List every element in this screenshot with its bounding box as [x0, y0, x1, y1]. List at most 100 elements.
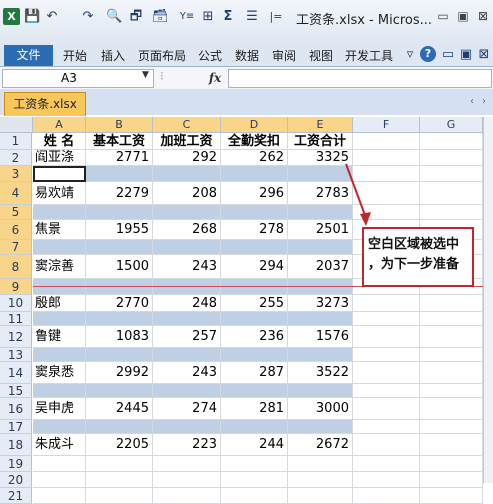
cell-d13[interactable] [221, 348, 288, 362]
cell-a2[interactable]: 阎亚涤 [33, 150, 86, 166]
undo-icon[interactable]: ↶ [44, 9, 60, 25]
cell-g12[interactable] [420, 326, 483, 348]
row-header-11[interactable]: 11 [0, 312, 32, 326]
cell-f10[interactable] [353, 295, 420, 312]
cell-d7[interactable] [221, 240, 288, 255]
cell-g3[interactable] [420, 166, 483, 182]
cell-d5[interactable] [221, 205, 288, 220]
cell-c19[interactable] [153, 456, 221, 472]
row-header-12[interactable]: 12 [0, 326, 32, 348]
cell-f15[interactable] [353, 384, 420, 398]
cell-d14[interactable]: 287 [221, 362, 288, 384]
close-button[interactable]: ⊠ [474, 8, 492, 24]
row-header-10[interactable]: 10 [0, 295, 32, 312]
cell-c11[interactable] [153, 312, 221, 326]
row-header-5[interactable]: 5 [0, 205, 32, 220]
cell-b17[interactable] [86, 420, 153, 434]
cell-f19[interactable] [353, 456, 420, 472]
cell-d16[interactable]: 281 [221, 398, 288, 420]
row-header-13[interactable]: 13 [0, 348, 32, 362]
cell-c17[interactable] [153, 420, 221, 434]
cell-c13[interactable] [153, 348, 221, 362]
cell-c6[interactable]: 268 [153, 220, 221, 240]
minimize-button[interactable]: ▭ [434, 8, 452, 24]
row-header-6[interactable]: 6 [0, 220, 32, 240]
cell-b13[interactable] [86, 348, 153, 362]
tab-page-layout[interactable]: 页面布局 [138, 47, 186, 64]
cell-a11[interactable] [33, 312, 86, 326]
cell-d6[interactable]: 278 [221, 220, 288, 240]
cell-g16[interactable] [420, 398, 483, 420]
cell-a10[interactable]: 殷郎 [33, 295, 86, 312]
column-header-g[interactable]: G [420, 117, 483, 133]
cell-f11[interactable] [353, 312, 420, 326]
align-icon[interactable]: ☰ [244, 9, 260, 25]
cell-a19[interactable] [33, 456, 86, 472]
cell-b9[interactable] [86, 279, 153, 295]
cell-d19[interactable] [221, 456, 288, 472]
tab-formulas[interactable]: 公式 [198, 47, 222, 64]
row-header-19[interactable]: 19 [0, 456, 32, 472]
cell-a7[interactable] [33, 240, 86, 255]
column-header-b[interactable]: B [86, 117, 153, 133]
tab-review[interactable]: 审阅 [272, 47, 296, 64]
cell-b3[interactable] [86, 166, 153, 182]
cell-c16[interactable]: 274 [153, 398, 221, 420]
column-header-f[interactable]: F [353, 117, 420, 133]
cell-a4[interactable]: 易欢靖 [33, 182, 86, 205]
cell-f13[interactable] [353, 348, 420, 362]
cell-f14[interactable] [353, 362, 420, 384]
cell-e18[interactable]: 2672 [288, 434, 353, 456]
cell-g17[interactable] [420, 420, 483, 434]
row-header-9[interactable]: 9 [0, 279, 32, 295]
cell-c18[interactable]: 223 [153, 434, 221, 456]
cell-c3[interactable] [153, 166, 221, 182]
tab-view[interactable]: 视图 [309, 47, 333, 64]
workbook-minimize-icon[interactable]: ▭ [440, 47, 456, 63]
cell-g4[interactable] [420, 182, 483, 205]
cell-c1[interactable]: 加班工资 [153, 133, 221, 150]
row-header-8[interactable]: 8 [0, 255, 32, 279]
cell-a21[interactable] [33, 488, 86, 504]
column-header-c[interactable]: C [153, 117, 221, 133]
cell-d15[interactable] [221, 384, 288, 398]
cell-f20[interactable] [353, 472, 420, 488]
cell-e19[interactable] [288, 456, 353, 472]
cell-d3[interactable] [221, 166, 288, 182]
cell-f21[interactable] [353, 488, 420, 504]
cell-c10[interactable]: 248 [153, 295, 221, 312]
cell-b21[interactable] [86, 488, 153, 504]
cell-b16[interactable]: 2445 [86, 398, 153, 420]
cell-g1[interactable] [420, 133, 483, 150]
cell-e8[interactable]: 2037 [288, 255, 353, 279]
cell-b1[interactable]: 基本工资 [86, 133, 153, 150]
maximize-button[interactable]: ▣ [454, 8, 472, 24]
tab-scroll-right-icon[interactable]: › [482, 96, 486, 107]
cell-g10[interactable] [420, 295, 483, 312]
filter-icon[interactable]: Y≡ [176, 9, 198, 25]
cell-b4[interactable]: 2279 [86, 182, 153, 205]
cell-e16[interactable]: 3000 [288, 398, 353, 420]
cell-a5[interactable] [33, 205, 86, 220]
tab-developer[interactable]: 开发工具 [345, 47, 393, 64]
cell-b18[interactable]: 2205 [86, 434, 153, 456]
tab-data[interactable]: 数据 [235, 47, 259, 64]
row-header-7[interactable]: 7 [0, 240, 32, 255]
cell-a3[interactable] [33, 166, 86, 182]
cell-c4[interactable]: 208 [153, 182, 221, 205]
cell-f12[interactable] [353, 326, 420, 348]
row-header-17[interactable]: 17 [0, 420, 32, 434]
cell-b5[interactable] [86, 205, 153, 220]
cell-a15[interactable] [33, 384, 86, 398]
cell-d4[interactable]: 296 [221, 182, 288, 205]
row-header-20[interactable]: 20 [0, 472, 32, 488]
cell-e11[interactable] [288, 312, 353, 326]
cell-g19[interactable] [420, 456, 483, 472]
cell-g13[interactable] [420, 348, 483, 362]
redo-icon[interactable]: ↷ [80, 9, 96, 25]
excel-logo-icon[interactable]: X [3, 8, 20, 25]
cell-b12[interactable]: 1083 [86, 326, 153, 348]
cell-g20[interactable] [420, 472, 483, 488]
cell-d10[interactable]: 255 [221, 295, 288, 312]
select-all-corner[interactable] [0, 117, 33, 133]
